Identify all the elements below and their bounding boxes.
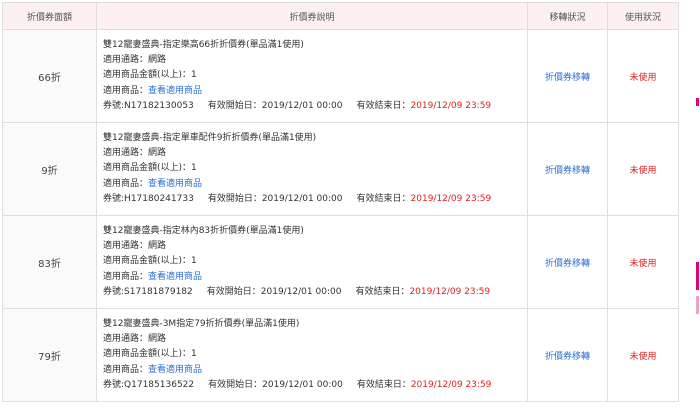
header-usage: 使用狀況 — [607, 2, 679, 30]
start-date: 2019/12/01 00:00 — [260, 286, 342, 297]
coupon-value: 79折 — [2, 308, 97, 402]
start-date: 2019/12/01 00:00 — [262, 379, 343, 390]
scroll-marker — [696, 262, 699, 290]
view-products-link[interactable]: 查看適用商品 — [148, 272, 202, 282]
end-date: 2019/12/09 23:59 — [410, 379, 492, 390]
start-label: 有效開始日： — [207, 193, 262, 204]
transfer-cell: 折價券移轉 — [527, 308, 608, 402]
transfer-cell: 折價券移轉 — [527, 29, 608, 123]
scroll-marker — [696, 296, 699, 314]
transfer-coupon-link[interactable]: 折價券移轉 — [545, 259, 590, 269]
table-header-row: 折價券面額 折價券說明 移轉狀況 使用狀況 — [2, 2, 679, 30]
coupon-title: 雙12寵妻盛典-指定單車配件9折折價券(單品滿1使用) — [103, 132, 317, 143]
channel-value: 網路 — [148, 334, 167, 345]
products-label: 適用商品： — [103, 85, 149, 96]
header-description: 折價券說明 — [96, 2, 528, 30]
start-label: 有效開始日： — [208, 379, 263, 390]
table-row: 79折 雙12寵妻盛典-3M指定79折折價券(單品滿1使用) 適用通路：網路 適… — [2, 308, 679, 402]
transfer-coupon-link[interactable]: 折價券移轉 — [545, 352, 590, 362]
coupon-code: Q17185136522 — [124, 379, 195, 390]
scroll-marker — [696, 98, 699, 106]
min-amount-label: 適用商品金額(以上)： — [103, 256, 192, 267]
min-amount-label: 適用商品金額(以上)： — [103, 163, 192, 174]
coupon-description: 雙12寵妻盛典-3M指定79折折價券(單品滿1使用) 適用通路：網路 適用商品金… — [96, 308, 528, 402]
coupon-code: S17181879182 — [124, 286, 193, 297]
min-amount-label: 適用商品金額(以上)： — [103, 70, 192, 81]
end-label: 有效結束日： — [355, 286, 410, 297]
min-amount-value: 1 — [191, 163, 197, 174]
transfer-cell: 折價券移轉 — [527, 122, 608, 216]
coupon-code: H17180241733 — [124, 193, 194, 204]
code-label: 券號: — [103, 100, 125, 111]
usage-cell: 未使用 — [607, 308, 679, 402]
min-amount-value: 1 — [191, 349, 197, 360]
products-label: 適用商品： — [103, 364, 149, 375]
transfer-coupon-link[interactable]: 折價券移轉 — [545, 166, 590, 176]
view-products-link[interactable]: 查看適用商品 — [148, 365, 202, 375]
coupon-value: 83折 — [2, 215, 97, 309]
code-label: 券號: — [103, 286, 125, 297]
coupon-title: 雙12寵妻盛典-指定林內83折折價券(單品滿1使用) — [103, 225, 304, 236]
end-label: 有效結束日： — [356, 100, 411, 111]
start-label: 有效開始日： — [207, 100, 262, 111]
coupon-code: N17182130053 — [124, 100, 194, 111]
view-products-link[interactable]: 查看適用商品 — [148, 179, 202, 189]
start-date: 2019/12/01 00:00 — [261, 193, 343, 204]
header-transfer: 移轉狀況 — [527, 2, 608, 30]
transfer-coupon-link[interactable]: 折價券移轉 — [545, 73, 590, 83]
view-products-link[interactable]: 查看適用商品 — [148, 86, 202, 96]
table-row: 9折 雙12寵妻盛典-指定單車配件9折折價券(單品滿1使用) 適用通路：網路 適… — [2, 122, 679, 216]
coupon-value: 66折 — [2, 29, 97, 123]
min-amount-label: 適用商品金額(以上)： — [103, 349, 192, 360]
min-amount-value: 1 — [191, 256, 197, 267]
coupon-value: 9折 — [2, 122, 97, 216]
usage-cell: 未使用 — [607, 29, 679, 123]
channel-value: 網路 — [148, 241, 167, 252]
coupon-table: 折價券面額 折價券說明 移轉狀況 使用狀況 66折 雙12寵妻盛典-指定樂高66… — [2, 2, 679, 402]
usage-status: 未使用 — [629, 72, 657, 83]
channel-label: 適用通路： — [103, 241, 149, 252]
coupon-description: 雙12寵妻盛典-指定單車配件9折折價券(單品滿1使用) 適用通路：網路 適用商品… — [96, 122, 528, 216]
end-label: 有效結束日： — [356, 379, 411, 390]
end-label: 有效結束日： — [356, 193, 411, 204]
page-scrollbar[interactable] — [680, 0, 700, 412]
usage-cell: 未使用 — [607, 122, 679, 216]
start-label: 有效開始日： — [206, 286, 261, 297]
code-label: 券號: — [103, 193, 125, 204]
header-value: 折價券面額 — [2, 2, 97, 30]
usage-status: 未使用 — [629, 258, 657, 269]
usage-status: 未使用 — [629, 165, 657, 176]
channel-value: 網路 — [148, 148, 167, 159]
transfer-cell: 折價券移轉 — [527, 215, 608, 309]
channel-label: 適用通路： — [103, 148, 149, 159]
products-label: 適用商品： — [103, 271, 149, 282]
channel-label: 適用通路： — [103, 55, 149, 66]
usage-cell: 未使用 — [607, 215, 679, 309]
products-label: 適用商品： — [103, 178, 149, 189]
end-date: 2019/12/09 23:59 — [410, 193, 492, 204]
coupon-description: 雙12寵妻盛典-指定樂高66折折價券(單品滿1使用) 適用通路：網路 適用商品金… — [96, 29, 528, 123]
code-label: 券號: — [103, 379, 125, 390]
start-date: 2019/12/01 00:00 — [261, 100, 343, 111]
table-row: 66折 雙12寵妻盛典-指定樂高66折折價券(單品滿1使用) 適用通路：網路 適… — [2, 29, 679, 123]
channel-label: 適用通路： — [103, 334, 149, 345]
end-date: 2019/12/09 23:59 — [410, 100, 492, 111]
usage-status: 未使用 — [629, 351, 657, 362]
table-row: 83折 雙12寵妻盛典-指定林內83折折價券(單品滿1使用) 適用通路：網路 適… — [2, 215, 679, 309]
coupon-description: 雙12寵妻盛典-指定林內83折折價券(單品滿1使用) 適用通路：網路 適用商品金… — [96, 215, 528, 309]
channel-value: 網路 — [148, 55, 167, 66]
coupon-title: 雙12寵妻盛典-指定樂高66折折價券(單品滿1使用) — [103, 39, 304, 50]
coupon-title: 雙12寵妻盛典-3M指定79折折價券(單品滿1使用) — [103, 318, 300, 329]
end-date: 2019/12/09 23:59 — [409, 286, 491, 297]
min-amount-value: 1 — [191, 70, 197, 81]
